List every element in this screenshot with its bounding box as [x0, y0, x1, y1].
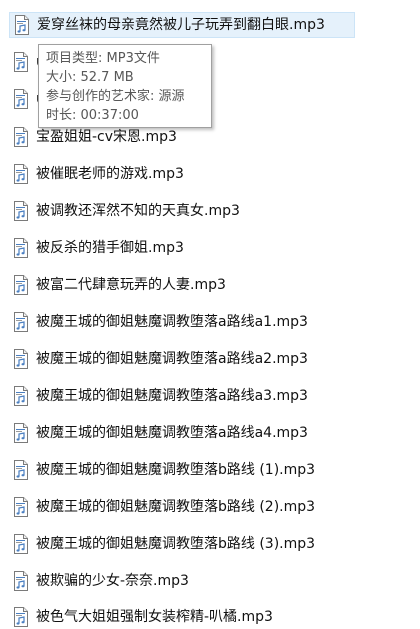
- mp3-file-icon: [13, 89, 29, 109]
- file-item-14[interactable]: 被魔王城的御姐魅魔调教堕落b路线 (3).mp3: [9, 531, 409, 557]
- file-item-15[interactable]: 被欺骗的少女-奈奈.mp3: [9, 568, 409, 594]
- file-list: 爱穿丝袜的母亲竟然被儿子玩弄到翻白眼.mp3 ü ü 宝盈姐姐-cv宋恩.mp3…: [0, 0, 420, 629]
- file-name: 被魔王城的御姐魅魔调教堕落b路线 (3).mp3: [36, 536, 316, 552]
- file-name: 被魔王城的御姐魅魔调教堕落b路线 (1).mp3: [36, 462, 316, 478]
- mp3-file-icon: [13, 571, 29, 591]
- file-item-4[interactable]: 被催眠老师的游戏.mp3: [9, 161, 409, 187]
- mp3-file-icon: [13, 164, 29, 184]
- mp3-file-icon: [13, 497, 29, 517]
- file-name: 被催眠老师的游戏.mp3: [36, 166, 184, 182]
- mp3-file-icon: [13, 386, 29, 406]
- file-name: 被魔王城的御姐魅魔调教堕落a路线a3.mp3: [36, 388, 308, 404]
- file-item-9[interactable]: 被魔王城的御姐魅魔调教堕落a路线a2.mp3: [9, 346, 409, 372]
- file-name: 被魔王城的御姐魅魔调教堕落b路线 (2).mp3: [36, 499, 316, 515]
- tooltip-artist: 参与创作的艺术家: 源源: [46, 89, 185, 104]
- mp3-file-icon: [13, 423, 29, 443]
- mp3-file-icon: [13, 238, 29, 258]
- file-name: 宝盈姐姐-cv宋恩.mp3: [36, 129, 177, 145]
- file-item-13[interactable]: 被魔王城的御姐魅魔调教堕落b路线 (2).mp3: [9, 494, 409, 520]
- mp3-file-icon: [13, 349, 29, 369]
- file-name: 爱穿丝袜的母亲竟然被儿子玩弄到翻白眼.mp3: [37, 17, 325, 33]
- mp3-file-icon: [13, 534, 29, 554]
- mp3-file-icon: [13, 127, 29, 147]
- file-name: 被富二代肆意玩弄的人妻.mp3: [36, 277, 226, 293]
- file-item-7[interactable]: 被富二代肆意玩弄的人妻.mp3: [9, 272, 409, 298]
- tooltip-duration: 时长: 00:37:00: [46, 108, 139, 123]
- mp3-file-icon: [13, 52, 29, 72]
- tooltip-size: 大小: 52.7 MB: [46, 70, 134, 85]
- file-name: 被色气大姐姐强制女装榨精-叭橘.mp3: [36, 609, 273, 625]
- file-item-11[interactable]: 被魔王城的御姐魅魔调教堕落a路线a4.mp3: [9, 420, 409, 446]
- file-item-10[interactable]: 被魔王城的御姐魅魔调教堕落a路线a3.mp3: [9, 383, 409, 409]
- file-name: 被魔王城的御姐魅魔调教堕落a路线a4.mp3: [36, 425, 308, 441]
- mp3-file-icon: [13, 275, 29, 295]
- file-name: 被魔王城的御姐魅魔调教堕落a路线a1.mp3: [36, 314, 308, 330]
- mp3-file-icon: [13, 312, 29, 332]
- file-item-12[interactable]: 被魔王城的御姐魅魔调教堕落b路线 (1).mp3: [9, 457, 409, 483]
- file-item-6[interactable]: 被反杀的猎手御姐.mp3: [9, 235, 409, 261]
- file-name: 被反杀的猎手御姐.mp3: [36, 240, 184, 256]
- mp3-file-icon: [13, 201, 29, 221]
- file-item-0[interactable]: 爱穿丝袜的母亲竟然被儿子玩弄到翻白眼.mp3: [9, 12, 355, 38]
- file-name: 被调教还浑然不知的天真女.mp3: [36, 203, 240, 219]
- mp3-file-icon: [14, 15, 30, 35]
- file-item-8[interactable]: 被魔王城的御姐魅魔调教堕落a路线a1.mp3: [9, 309, 409, 335]
- file-name: 被魔王城的御姐魅魔调教堕落a路线a2.mp3: [36, 351, 308, 367]
- mp3-file-icon: [13, 460, 29, 480]
- tooltip-item-type: 项目类型: MP3文件: [46, 51, 160, 66]
- file-item-16[interactable]: 被色气大姐姐强制女装榨精-叭橘.mp3: [9, 604, 409, 629]
- file-item-5[interactable]: 被调教还浑然不知的天真女.mp3: [9, 198, 409, 224]
- file-info-tooltip: 项目类型: MP3文件 大小: 52.7 MB 参与创作的艺术家: 源源 时长:…: [38, 44, 212, 128]
- file-name: 被欺骗的少女-奈奈.mp3: [36, 573, 189, 589]
- mp3-file-icon: [13, 607, 29, 627]
